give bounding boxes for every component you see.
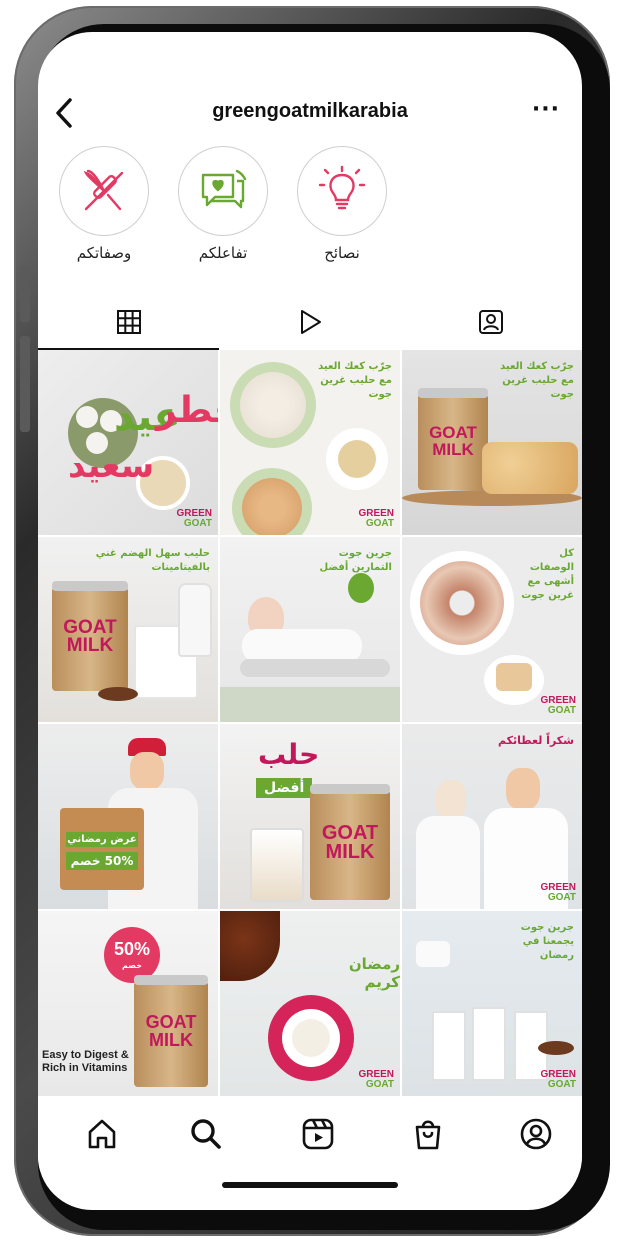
post-tile[interactable]: شكراً لعطائكم GREEN GOAT	[402, 724, 582, 909]
post-caption: جرين جوت التمارين أفضل	[319, 548, 392, 573]
post-caption: كل الوصفات أشهى مع غرين جوت	[521, 548, 574, 601]
app-screen: greengoatmilkarabia ··· وصفاتكم تفاعلكم …	[38, 32, 582, 1210]
profile-header: greengoatmilkarabia ···	[38, 92, 582, 136]
milk-glass	[432, 1011, 466, 1081]
dates	[538, 1041, 574, 1055]
post-tile[interactable]: حلب أفضل GOAT MILK	[220, 724, 400, 909]
more-options-icon[interactable]: ···	[532, 99, 560, 121]
posts-grid: عيد فطر سعيد GREENGOAT جرّب كعك العيد مع…	[38, 350, 582, 1098]
maamoul	[482, 442, 578, 494]
better-word: أفضل	[256, 778, 313, 798]
post-tile[interactable]: GOAT MILK حليب سهل الهضم غني بالفيتامينا…	[38, 537, 218, 722]
cake-slice	[496, 663, 532, 691]
bottom-navigation	[38, 1098, 582, 1170]
highlight-cover	[297, 146, 387, 236]
doctor-head	[506, 768, 540, 810]
highlight-label: نصائح	[324, 244, 360, 262]
post-tile[interactable]: جرين جوت التمارين أفضل	[220, 537, 400, 722]
brand-logo: GREEN GOAT	[176, 508, 212, 529]
highlight-recipes[interactable]: وصفاتكم	[54, 146, 154, 262]
profile-icon[interactable]	[518, 1116, 554, 1152]
whisk-rolling-pin-icon	[83, 169, 124, 211]
brand-logo: GREEN GOAT	[540, 882, 576, 903]
floor	[220, 687, 400, 722]
grid-icon	[117, 310, 141, 334]
saeed-text: سعيد	[68, 446, 155, 486]
man-head	[130, 752, 164, 790]
highlight-tips[interactable]: نصائح	[292, 146, 392, 262]
brand-logo: GREEN GOAT	[540, 1069, 576, 1090]
nurse-head	[436, 780, 466, 820]
offer-discount: 50% خصم	[66, 852, 138, 870]
tab-tagged[interactable]	[400, 296, 581, 350]
discount-sub: خصم	[122, 961, 142, 970]
post-tile[interactable]: جرّب كعك العيد مع حليب غرين جوت GREEN GOA…	[220, 350, 400, 535]
post-tile[interactable]: رمضان كريم GREEN GOAT	[220, 911, 400, 1096]
milk-word: حلب	[258, 738, 320, 771]
post-caption: جرّب كعك العيد مع حليب غرين جوت	[318, 361, 392, 400]
sweets	[240, 372, 306, 438]
search-icon[interactable]	[188, 1116, 224, 1152]
woman-body	[242, 629, 362, 663]
goat-milk-can: GOAT MILK	[52, 581, 128, 691]
highlight-cover	[59, 146, 149, 236]
ramadan-script: رمضان كريم	[348, 955, 400, 991]
discount-percent: 50%	[113, 939, 151, 959]
highlight-interactions[interactable]: تفاعلكم	[173, 146, 273, 262]
fitr-text: فطر	[156, 390, 218, 431]
milk-bottle	[178, 583, 212, 657]
goat-milk-can: GOAT MILK	[134, 975, 208, 1087]
cookies	[242, 478, 302, 535]
home-indicator[interactable]	[222, 1182, 398, 1188]
goat-milk-can: GOAT MILK	[418, 388, 488, 490]
highlight-label: وصفاتكم	[76, 244, 132, 262]
post-caption: حليب سهل الهضم غني بالفيتامينات	[95, 548, 210, 573]
volume-button	[20, 266, 30, 322]
plant	[348, 573, 374, 603]
post-tile[interactable]: GOAT MILK جرّب كعك العيد مع حليب غرين جو…	[402, 350, 582, 535]
woman-legs	[240, 659, 390, 677]
offer-title: عرض رمضاني	[66, 832, 138, 847]
volume-button	[20, 336, 30, 432]
dates-bowl	[220, 911, 280, 981]
sweet	[76, 406, 98, 428]
post-tile[interactable]: عرض رمضاني 50% خصم	[38, 724, 218, 909]
lightbulb-icon	[318, 165, 366, 210]
tab-grid[interactable]	[38, 296, 219, 350]
milk-cup	[338, 440, 376, 478]
tagged-person-icon	[479, 310, 503, 334]
dates	[98, 687, 138, 701]
bundt-cake	[420, 561, 504, 645]
profile-tabs	[38, 296, 582, 350]
milk-jug	[416, 941, 450, 967]
brand-logo: GREEN GOAT	[358, 508, 394, 529]
brand-logo: GREEN GOAT	[540, 695, 576, 716]
post-tile[interactable]: 50% خصم GOAT MILK Easy to Digest & Rich …	[38, 911, 218, 1096]
milk-glass	[472, 1007, 506, 1081]
tab-reels[interactable]	[219, 296, 400, 350]
milk-glass	[250, 828, 304, 902]
post-caption: جرين جوت يجمعنا في رمضان	[520, 922, 574, 961]
highlight-cover	[178, 146, 268, 236]
highlight-label: تفاعلكم	[198, 244, 248, 262]
story-highlights: وصفاتكم تفاعلكم نصائح	[38, 146, 582, 296]
profile-username: greengoatmilkarabia	[212, 100, 408, 122]
shopping-bag-icon[interactable]	[410, 1116, 446, 1152]
post-tile[interactable]: كل الوصفات أشهى مع غرين جوت GREEN GOAT	[402, 537, 582, 722]
goat-milk-can: GOAT MILK	[310, 784, 390, 900]
chat-heart-icon	[201, 169, 247, 209]
tagline: Easy to Digest & Rich in Vitamins	[42, 1049, 129, 1074]
reels-icon[interactable]	[300, 1116, 336, 1152]
post-tile[interactable]: جرين جوت يجمعنا في رمضان GREEN GOAT	[402, 911, 582, 1096]
brand-logo: GREEN GOAT	[358, 1069, 394, 1090]
home-icon[interactable]	[84, 1116, 120, 1152]
nurse-body	[416, 816, 480, 909]
post-caption: شكراً لعطائكم	[498, 734, 574, 747]
post-tile[interactable]: عيد فطر سعيد GREENGOAT	[38, 350, 218, 535]
play-icon	[301, 310, 321, 334]
delivery-bag	[60, 808, 144, 890]
post-caption: جرّب كعك العيد مع حليب غرين جوت	[500, 361, 574, 400]
milk	[292, 1019, 330, 1057]
